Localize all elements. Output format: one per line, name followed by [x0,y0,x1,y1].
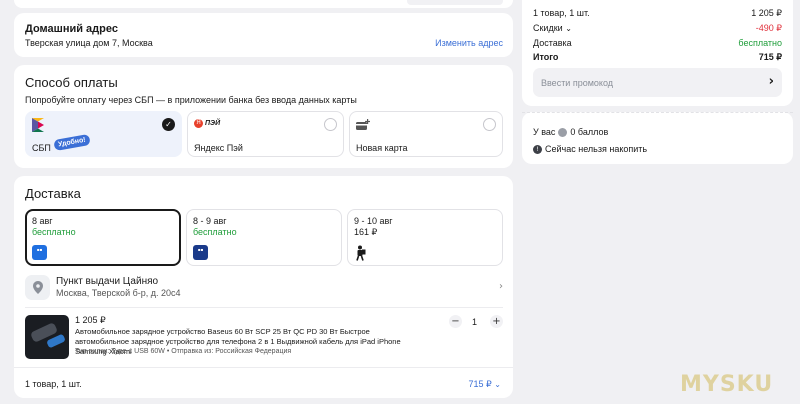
chevron-right-icon: › [499,281,503,292]
selected-check-icon: ✓ [162,118,175,131]
payment-option-label: Новая карта [356,143,408,153]
delivery-title: Доставка [25,186,81,201]
delivery-footer-count: 1 товар, 1 шт. [25,379,82,389]
previous-card-stub [14,0,513,8]
yandex-pay-logo-icon: Я ПЭЙ [194,119,220,128]
address-title: Домашний адрес [25,23,118,35]
order-summary-card: 1 товар, 1 шт. 1 205 ₽ Скидки ⌄ -490 ₽ Д… [522,0,793,106]
chevron-down-icon: ⌄ [494,380,501,389]
promo-badge: Удобно! [53,133,91,152]
promo-code-input[interactable]: Ввести промокод › [533,68,782,97]
summary-items-row: 1 товар, 1 шт. 1 205 ₽ [533,8,782,18]
delivery-price: бесплатно [193,227,237,237]
delivery-date: 8 авг [32,216,53,226]
promo-code-placeholder: Ввести промокод [541,78,614,88]
chevron-down-icon: ⌄ [565,24,572,33]
payment-radio[interactable] [324,118,337,131]
summary-total-row: Итого 715 ₽ [533,52,782,62]
watermark-logo: MYSKU [680,372,774,397]
card-plus-icon [356,118,371,136]
address-card: Домашний адрес Тверская улица дом 7, Мос… [14,13,513,57]
payment-option-yandex-pay[interactable]: Я ПЭЙ Яндекс Пэй [187,111,344,157]
divider [25,307,503,308]
courier-walking-icon [354,245,366,266]
payment-card: Способ оплаты Попробуйте оплату через СБ… [14,65,513,168]
map-pin-icon [25,275,50,300]
payment-option-sbp[interactable]: ✓ СБП Удобно! [25,111,182,157]
payment-option-label: СБП [32,143,51,153]
chevron-right-icon: › [768,74,774,89]
delivery-footer-total[interactable]: 715 ₽ ⌄ [469,379,501,390]
delivery-price: бесплатно [32,227,76,237]
cart-item: 1 205 ₽ Автомобильное зарядное устройств… [25,314,503,360]
pickup-address: Москва, Тверской б-р, д. 20с4 [56,288,181,298]
points-balance: У вас 0 баллов [533,127,609,137]
info-icon: ! [533,144,542,154]
points-note: ! Сейчас нельзя накопить [533,144,647,154]
payment-option-label: Яндекс Пэй [194,143,243,153]
item-specs: Тип вилки: Type-c USB 60W • Отправка из:… [75,348,292,355]
delivery-date: 8 - 9 авг [193,216,227,226]
points-coin-icon [558,127,568,137]
pickup-point-row[interactable]: Пункт выдачи Цайняо Москва, Тверской б-р… [25,275,503,301]
summary-delivery-row: Доставка бесплатно [533,38,782,48]
delivery-date: 9 - 10 авг [354,216,393,226]
delivery-card: Доставка 8 авг бесплатно ▪▪ 8 - 9 авг бе… [14,176,513,398]
previous-card-field [407,0,503,5]
delivery-service-logo-icon: ▪▪ [193,245,208,260]
delivery-option[interactable]: 8 авг бесплатно ▪▪ [25,209,181,266]
payment-radio[interactable] [483,118,496,131]
decrease-quantity-button[interactable]: − [449,315,462,328]
summary-discounts-row[interactable]: Скидки ⌄ -490 ₽ [533,23,782,34]
payment-option-new-card[interactable]: Новая карта [349,111,503,157]
payment-hint: Попробуйте оплату через СБП — в приложен… [25,95,357,105]
bonus-points-card: У вас 0 баллов ! Сейчас нельзя накопить [522,112,793,164]
pickup-title: Пункт выдачи Цайняо [56,276,159,287]
divider [14,367,513,368]
sbp-logo-icon [32,118,44,137]
quantity-value: 1 [472,317,478,327]
delivery-option[interactable]: 8 - 9 авг бесплатно ▪▪ [186,209,342,266]
payment-title: Способ оплаты [25,75,118,90]
delivery-service-logo-icon: ▪▪ [32,245,47,260]
delivery-price: 161 ₽ [354,227,378,237]
address-value: Тверская улица дом 7, Москва [25,38,153,48]
product-image[interactable] [25,315,69,359]
increase-quantity-button[interactable]: + [490,315,503,328]
delivery-option[interactable]: 9 - 10 авг 161 ₽ [347,209,503,266]
change-address-link[interactable]: Изменить адрес [435,38,503,48]
divider-dashed [522,112,793,113]
item-price: 1 205 ₽ [75,315,106,325]
